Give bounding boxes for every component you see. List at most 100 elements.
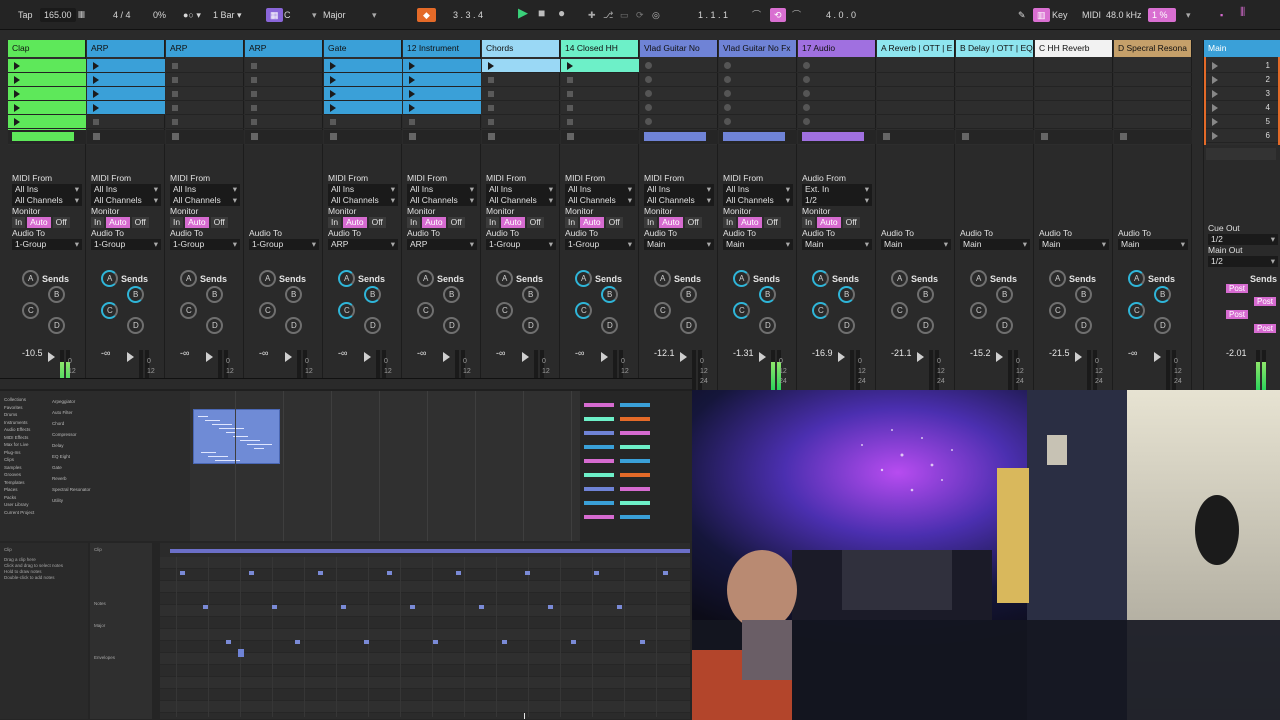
monitor-auto-button[interactable]: Auto <box>27 217 51 228</box>
output-destination-select[interactable]: Main <box>644 239 714 250</box>
clip-stop-button[interactable] <box>956 130 1034 144</box>
clip-slot[interactable] <box>640 59 718 73</box>
computer-keyboard-icon[interactable]: ▥ <box>1033 8 1050 22</box>
input-source-select[interactable]: All Ins <box>91 184 161 195</box>
browser-item[interactable]: Auto Filter <box>52 410 73 415</box>
input-source-select[interactable]: All Ins <box>407 184 477 195</box>
clip-slot[interactable] <box>719 87 797 101</box>
scene-launch-icon[interactable] <box>1212 132 1218 140</box>
cue-out-select[interactable]: 1/2 <box>1208 234 1278 245</box>
browser-category[interactable]: Grooves <box>4 472 21 477</box>
clip-slot[interactable] <box>877 115 955 129</box>
clip-launch-icon[interactable] <box>93 76 99 84</box>
loop-start-field[interactable]: 1 . 1 . 1 <box>698 8 728 22</box>
empty-slot-icon[interactable] <box>172 91 178 97</box>
clip-slot[interactable] <box>403 101 481 115</box>
browser-category[interactable]: Audio Effects <box>4 427 30 432</box>
record-arm-slot-icon[interactable] <box>645 62 652 69</box>
clip-slot[interactable] <box>87 87 165 101</box>
scene-launch-row[interactable]: 2 <box>1206 73 1278 87</box>
empty-slot-icon[interactable] <box>488 91 494 97</box>
play-button[interactable]: ▶ <box>518 6 528 20</box>
clip-launch-icon[interactable] <box>409 104 415 112</box>
volume-fader-handle[interactable] <box>759 352 766 362</box>
follow-toggle[interactable]: ●○ ▾ <box>183 8 201 22</box>
clip-slot[interactable] <box>245 59 323 73</box>
volume-fader-handle[interactable] <box>996 352 1003 362</box>
clip-slot[interactable] <box>1114 87 1192 101</box>
stop-icon[interactable] <box>93 133 100 140</box>
arrangement-record-icon[interactable]: ◆ <box>417 8 436 22</box>
monitor-off-button[interactable]: Off <box>210 217 228 228</box>
browser-category[interactable]: User Library <box>4 502 29 507</box>
monitor-off-button[interactable]: Off <box>526 217 544 228</box>
record-arm-slot-icon[interactable] <box>803 62 810 69</box>
browser-item[interactable]: Utility <box>52 498 63 503</box>
midi-note[interactable] <box>525 571 530 575</box>
clip-slot[interactable] <box>324 115 402 129</box>
clip-launch-icon[interactable] <box>330 62 336 70</box>
time-signature-field[interactable]: 4 / 4 <box>113 8 131 22</box>
input-channel-select[interactable]: All Channels <box>565 195 635 206</box>
clip-slot[interactable] <box>561 73 639 87</box>
browser-item[interactable]: EQ Eight <box>52 454 70 459</box>
record-arm-slot-icon[interactable] <box>645 90 652 97</box>
empty-slot-icon[interactable] <box>567 105 573 111</box>
track-volume-readout[interactable]: -∞ <box>101 348 110 358</box>
stop-icon[interactable] <box>330 133 337 140</box>
clip-slot[interactable] <box>8 73 86 87</box>
volume-fader-handle[interactable] <box>838 352 845 362</box>
record-arm-slot-icon[interactable] <box>803 90 810 97</box>
clip-slot[interactable] <box>166 87 244 101</box>
output-destination-select[interactable]: Main <box>1039 239 1109 250</box>
clip-slot[interactable] <box>403 59 481 73</box>
clip-slot[interactable] <box>482 59 560 73</box>
automation-arm-icon[interactable]: ⎇ <box>603 8 613 22</box>
empty-slot-icon[interactable] <box>172 105 178 111</box>
midi-note[interactable] <box>203 605 208 609</box>
clip-slot[interactable] <box>403 115 481 129</box>
input-channel-select[interactable]: All Channels <box>644 195 714 206</box>
browser-item[interactable]: Reverb <box>52 476 67 481</box>
monitor-switch[interactable]: In Auto Off <box>403 217 481 228</box>
clip-slot[interactable] <box>1114 101 1192 115</box>
scene-launch-row[interactable]: 4 <box>1206 101 1278 115</box>
record-arm-slot-icon[interactable] <box>645 76 652 83</box>
input-source-select[interactable]: All Ins <box>486 184 556 195</box>
monitor-auto-button[interactable]: Auto <box>106 217 130 228</box>
clip-slot[interactable] <box>798 59 876 73</box>
clip-slot[interactable] <box>8 101 86 115</box>
re-enable-automation-icon[interactable]: ⟳ <box>636 8 644 22</box>
record-arm-slot-icon[interactable] <box>645 104 652 111</box>
monitor-in-button[interactable]: In <box>328 217 342 228</box>
input-channel-select[interactable]: All Channels <box>12 195 82 206</box>
volume-fader-handle[interactable] <box>917 352 924 362</box>
monitor-off-button[interactable]: Off <box>447 217 465 228</box>
monitor-switch[interactable]: In Auto Off <box>719 217 797 228</box>
arrangement-clip[interactable] <box>193 409 280 464</box>
clip-slot[interactable] <box>324 101 402 115</box>
clip-slot[interactable] <box>245 115 323 129</box>
clip-slot[interactable] <box>8 115 86 129</box>
track-title[interactable]: 17 Audio <box>798 40 875 57</box>
clip-slot[interactable] <box>561 59 639 73</box>
monitor-auto-button[interactable]: Auto <box>501 217 525 228</box>
output-destination-select[interactable]: 1-Group <box>486 239 556 250</box>
main-volume-readout[interactable]: -2.01 <box>1226 348 1247 358</box>
stop-icon[interactable] <box>1041 133 1048 140</box>
volume-fader-handle[interactable] <box>601 352 608 362</box>
monitor-off-button[interactable]: Off <box>684 217 702 228</box>
stop-icon[interactable] <box>488 133 495 140</box>
clip-stop-button[interactable] <box>482 130 560 144</box>
browser-category[interactable]: Plug-Ins <box>4 450 21 455</box>
midi-note[interactable] <box>249 571 254 575</box>
empty-slot-icon[interactable] <box>330 119 336 125</box>
track-volume-readout[interactable]: -∞ <box>496 348 505 358</box>
clip-slot[interactable] <box>166 59 244 73</box>
clip-slot[interactable] <box>166 101 244 115</box>
track-volume-readout[interactable]: -∞ <box>259 348 268 358</box>
clip-slot[interactable] <box>719 59 797 73</box>
input-source-select[interactable]: All Ins <box>12 184 82 195</box>
browser-item[interactable]: Spectral Resonator <box>52 487 91 492</box>
stop-icon[interactable] <box>251 133 258 140</box>
